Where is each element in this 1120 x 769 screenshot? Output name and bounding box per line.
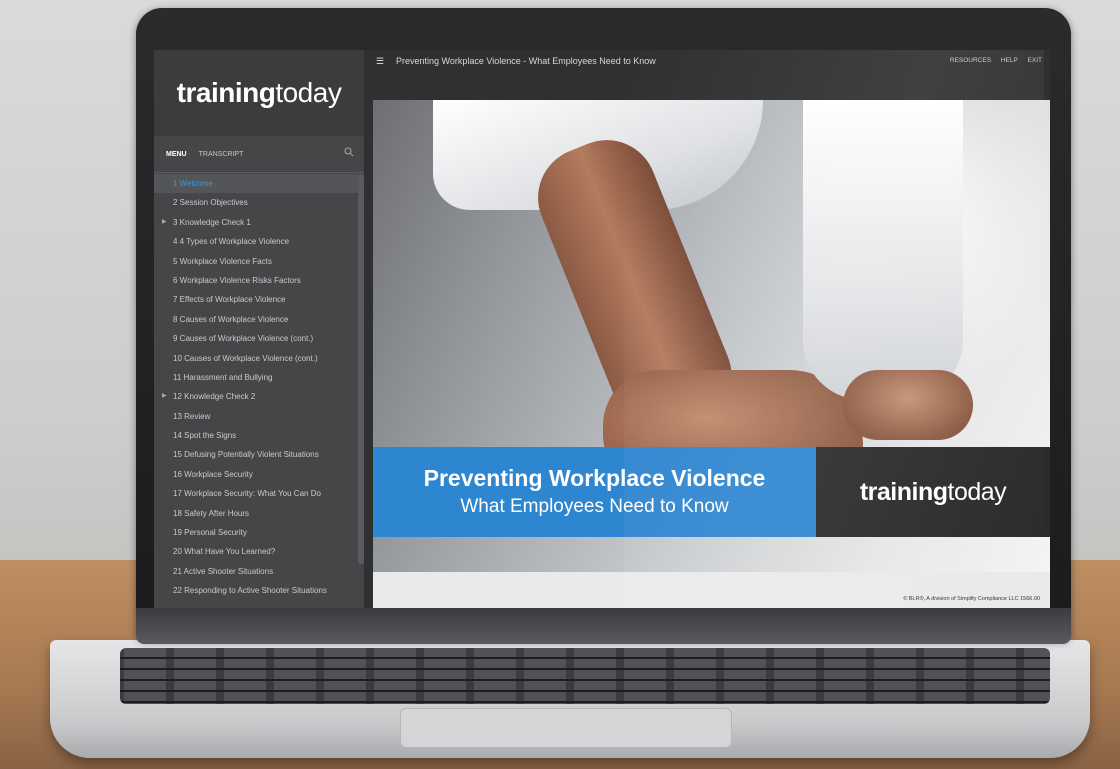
menu-item-label: 1 Welcome <box>173 179 213 188</box>
menu-item-label: 15 Defusing Potentially Violent Situatio… <box>173 450 319 460</box>
tab-transcript[interactable]: TRANSCRIPT <box>199 151 244 158</box>
expand-caret-icon[interactable]: ▶ <box>162 213 167 232</box>
menu-item-causes-cont-1[interactable]: 9 Causes of Workplace Violence (cont.) <box>154 329 358 348</box>
keyboard-rows <box>120 648 1050 704</box>
menu-item-label: 2 Session Objectives <box>173 198 248 208</box>
menu-item-risk-factors[interactable]: 6 Workplace Violence Risks Factors <box>154 271 358 290</box>
screen: training today MENU TRANSCRIPT 1 Welcome … <box>154 50 1050 608</box>
menu-item-personal-security[interactable]: 19 Personal Security <box>154 523 358 542</box>
menu-list: 1 Welcome 2 Session Objectives ▶ 3 Knowle… <box>154 174 358 608</box>
menu-item-causes[interactable]: 8 Causes of Workplace Violence <box>154 310 358 329</box>
photo-second-hand <box>843 370 973 440</box>
menu-item-label: 13 Review <box>173 411 211 421</box>
menu-item-knowledge-check-1[interactable]: ▶ 3 Knowledge Check 1 <box>154 213 358 232</box>
slide-title-banner: Preventing Workplace Violence What Emplo… <box>373 447 816 537</box>
menu-item-active-shooter[interactable]: 21 Active Shooter Situations <box>154 562 358 581</box>
trackpad <box>400 708 732 748</box>
menu-item-label: 4 4 Types of Workplace Violence <box>173 237 290 247</box>
laptop-bezel <box>136 608 1071 644</box>
menu-item-causes-cont-2[interactable]: 10 Causes of Workplace Violence (cont.) <box>154 349 358 368</box>
resources-link[interactable]: RESOURCES <box>950 57 991 64</box>
menu-item-label: 5 Workplace Violence Facts <box>173 256 272 266</box>
tab-menu[interactable]: MENU <box>166 151 187 158</box>
slide-footer: © BLR®, A division of Simplify Complianc… <box>373 572 1050 608</box>
top-links: RESOURCES HELP EXIT <box>942 57 1042 64</box>
slide-title: Preventing Workplace Violence <box>423 465 766 491</box>
menu-item-label: 9 Causes of Workplace Violence (cont.) <box>173 334 314 344</box>
menu-item-label: 11 Harassment and Bullying <box>173 372 273 382</box>
menu-item-label: 7 Effects of Workplace Violence <box>173 295 286 305</box>
menu-item-welcome[interactable]: 1 Welcome <box>154 174 358 194</box>
menu-item-label: 6 Workplace Violence Risks Factors <box>173 275 301 285</box>
menu-item-safety-after-hours[interactable]: 18 Safety After Hours <box>154 504 358 523</box>
menu-item-types[interactable]: 4 4 Types of Workplace Violence <box>154 232 358 251</box>
menu-item-label: 21 Active Shooter Situations <box>173 566 274 576</box>
exit-link[interactable]: EXIT <box>1028 57 1042 64</box>
menu-item-workplace-security[interactable]: 16 Workplace Security <box>154 465 358 484</box>
menu-item-defusing[interactable]: 15 Defusing Potentially Violent Situatio… <box>154 445 358 464</box>
help-link[interactable]: HELP <box>1001 57 1018 64</box>
brand-logo-light: today <box>275 77 342 108</box>
search-icon[interactable] <box>344 147 354 157</box>
menu-item-label: 8 Causes of Workplace Violence <box>173 314 289 324</box>
menu-item-label: 17 Workplace Security: What You Can Do <box>173 489 321 499</box>
slide-subtitle: What Employees Need to Know <box>460 496 729 517</box>
menu-item-harassment[interactable]: 11 Harassment and Bullying <box>154 368 358 387</box>
brand-logo: training today <box>154 50 364 136</box>
menu-item-label: 20 What Have You Learned? <box>173 547 276 557</box>
main-area: ☰ Preventing Workplace Violence - What E… <box>364 50 1050 608</box>
menu-item-label: 19 Personal Security <box>173 528 247 538</box>
photo-second-sleeve <box>803 100 963 400</box>
menu-item-knowledge-check-2[interactable]: ▶ 12 Knowledge Check 2 <box>154 387 358 406</box>
sidebar-tabs: MENU TRANSCRIPT <box>154 136 364 173</box>
slide: Preventing Workplace Violence What Emplo… <box>373 100 1050 608</box>
slide-brand-logo: training today <box>816 447 1050 537</box>
menu-item-label: 22 Responding to Active Shooter Situatio… <box>173 586 327 596</box>
menu-item-session-objectives[interactable]: 2 Session Objectives <box>154 193 358 212</box>
menu-item-label: 16 Workplace Security <box>173 469 253 479</box>
menu-item-security-what-you-can-do[interactable]: 17 Workplace Security: What You Can Do <box>154 484 358 503</box>
menu-item-what-have-you-learned[interactable]: 20 What Have You Learned? <box>154 542 358 561</box>
topbar: ☰ Preventing Workplace Violence - What E… <box>364 50 1050 72</box>
hamburger-menu-icon[interactable]: ☰ <box>376 57 386 66</box>
sidebar: training today MENU TRANSCRIPT 1 Welcome … <box>154 50 364 608</box>
slide-brand-light: today <box>947 477 1007 506</box>
menu-item-responding-active-shooter[interactable]: 22 Responding to Active Shooter Situatio… <box>154 581 358 600</box>
slide-brand-bold: training <box>859 477 948 506</box>
menu-item-label: 12 Knowledge Check 2 <box>173 392 256 402</box>
expand-caret-icon[interactable]: ▶ <box>162 387 167 406</box>
menu-item-effects[interactable]: 7 Effects of Workplace Violence <box>154 290 358 309</box>
menu-item-facts[interactable]: 5 Workplace Violence Facts <box>154 252 358 271</box>
menu-item-review[interactable]: 13 Review <box>154 407 358 426</box>
menu-item-label: 10 Causes of Workplace Violence (cont.) <box>173 353 318 363</box>
menu-item-label: 3 Knowledge Check 1 <box>173 217 251 227</box>
brand-logo-bold: training <box>176 77 276 108</box>
menu-item-spot-signs[interactable]: 14 Spot the Signs <box>154 426 358 445</box>
menu-item-label: 18 Safety After Hours <box>173 508 250 518</box>
menu-item-label: 14 Spot the Signs <box>173 431 237 441</box>
copyright-text: © BLR®, A division of Simplify Complianc… <box>903 596 1040 602</box>
course-title: Preventing Workplace Violence - What Emp… <box>396 56 656 66</box>
